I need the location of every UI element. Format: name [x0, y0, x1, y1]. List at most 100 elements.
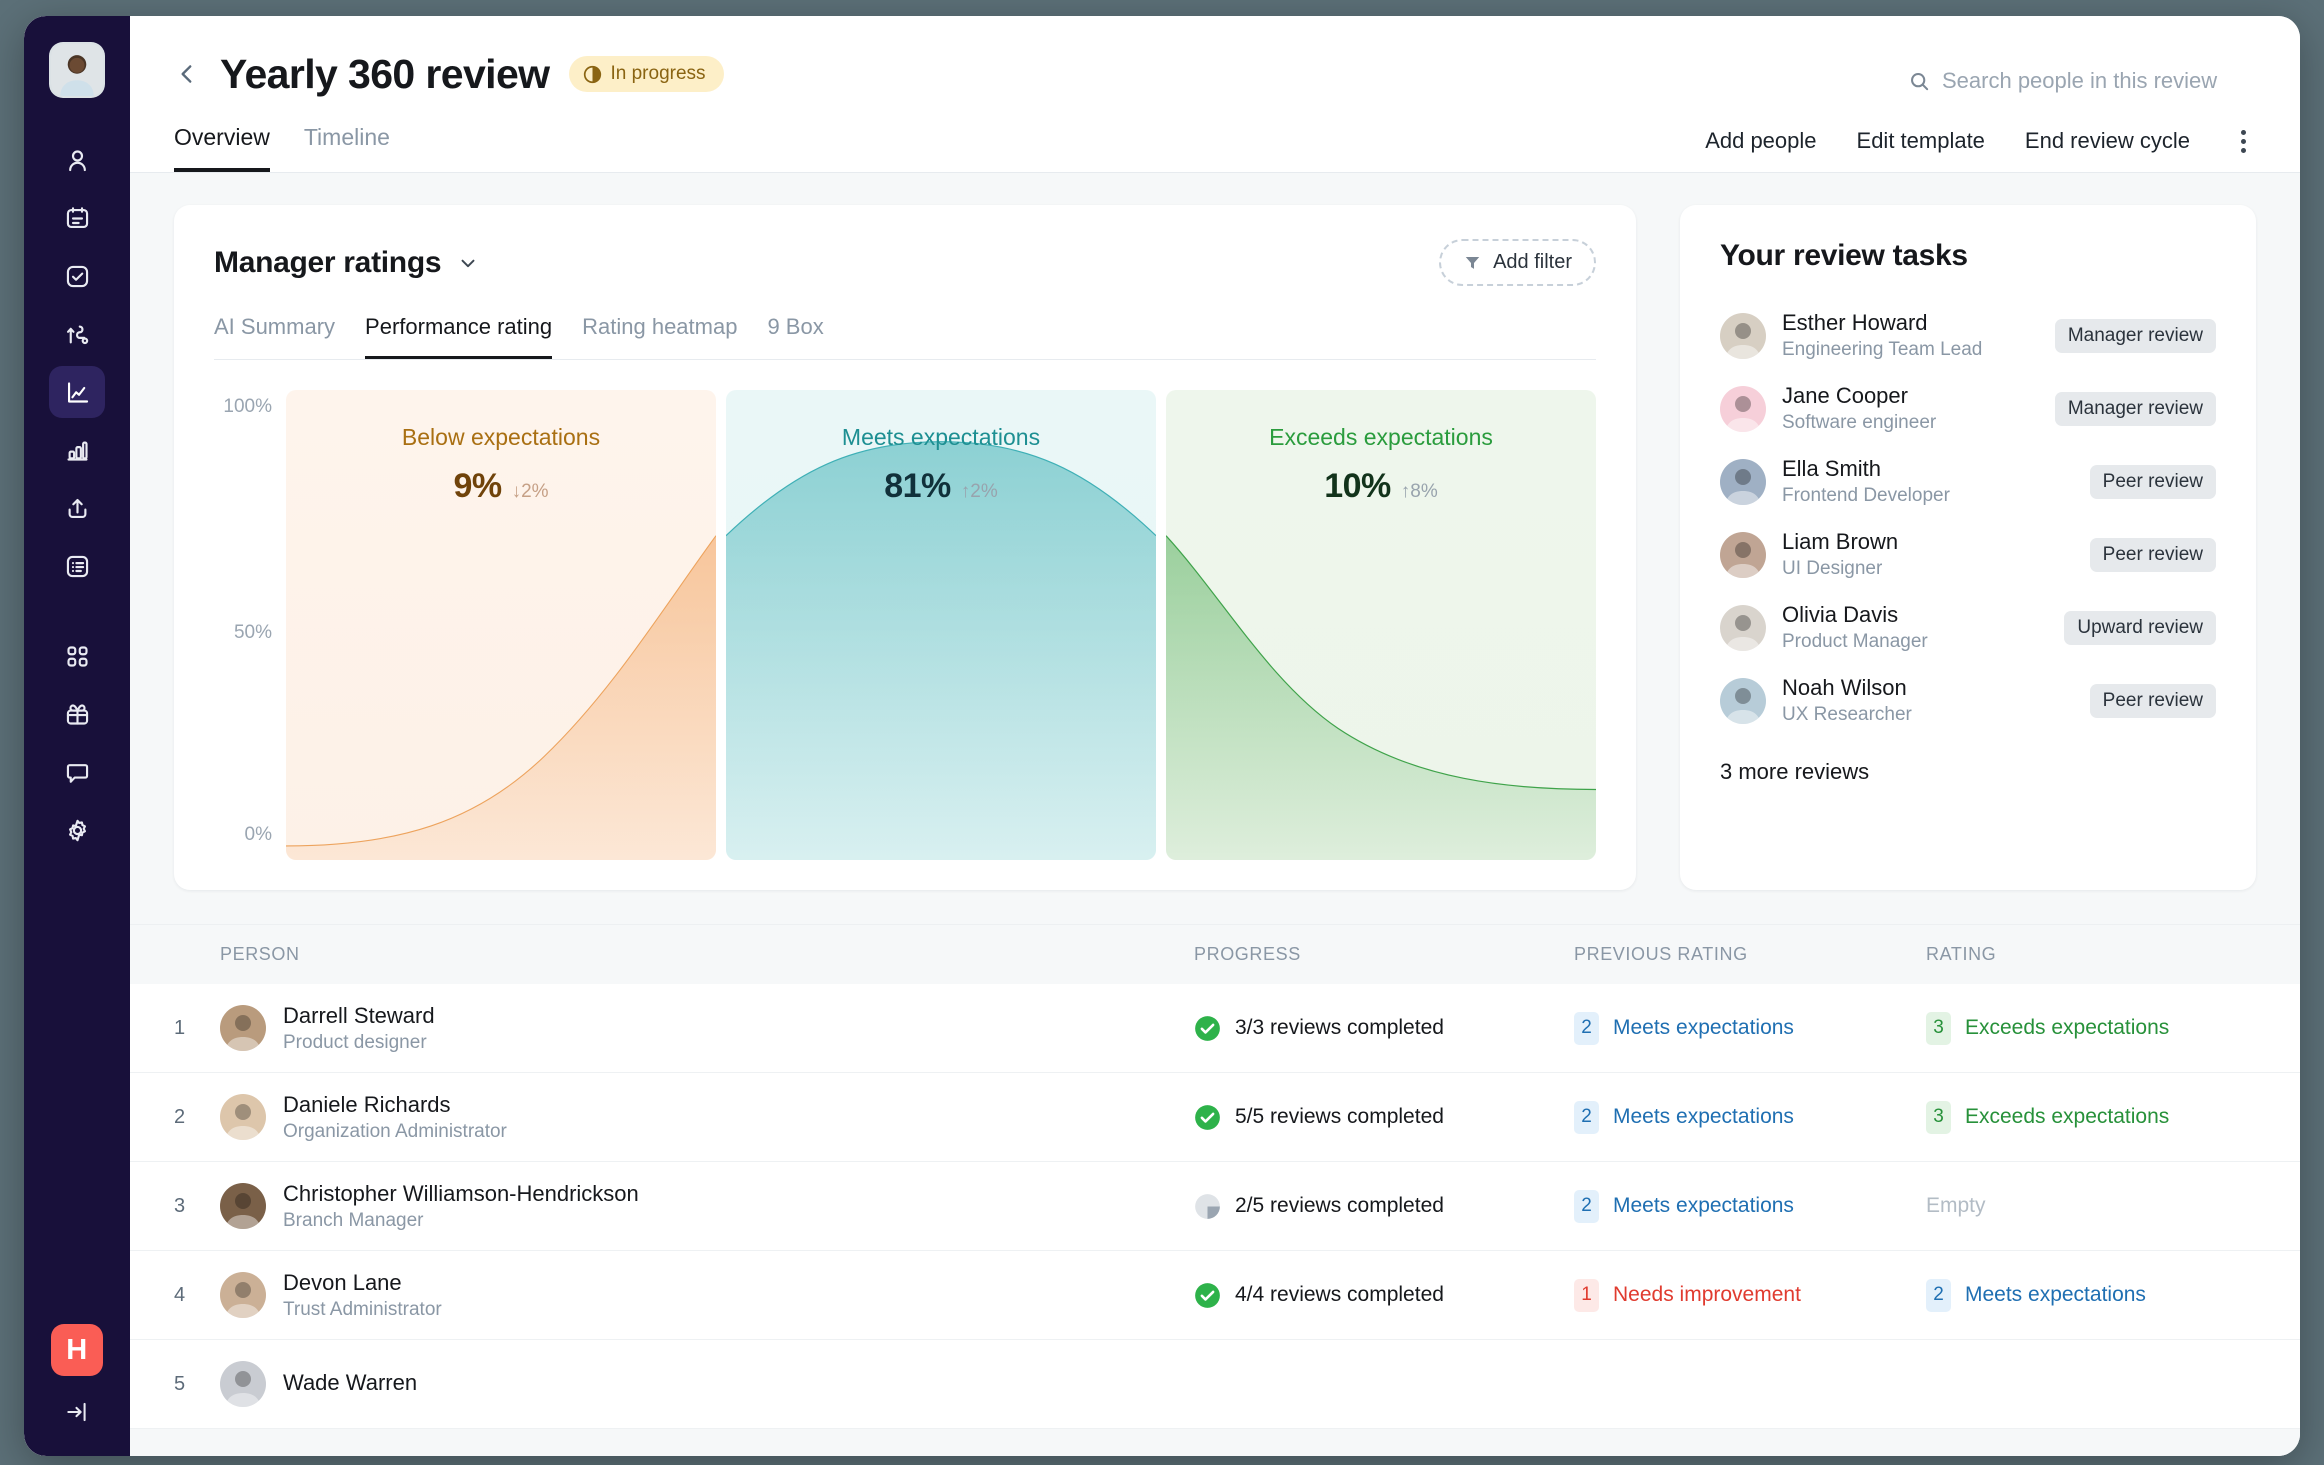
progress-complete-icon	[1194, 1282, 1221, 1309]
sidebar-item-reports[interactable]	[49, 424, 105, 476]
chat-bubble-icon	[64, 759, 91, 786]
progress-cell: 4/4 reviews completed	[1194, 1282, 1574, 1309]
person-texts: Darrell StewardProduct designer	[283, 1003, 435, 1054]
sidebar-item-messages[interactable]	[49, 746, 105, 798]
search-box[interactable]	[1908, 68, 2252, 94]
avatar	[1720, 313, 1766, 359]
rating-chip: 3	[1926, 1101, 1951, 1134]
person-cell: Devon LaneTrust Administrator	[220, 1270, 1194, 1321]
upload-icon	[64, 495, 91, 522]
task-row[interactable]: Esther HowardEngineering Team LeadManage…	[1720, 299, 2216, 372]
chart-tab-ai-summary[interactable]: AI Summary	[214, 314, 335, 359]
previous-rating-chip: 2	[1574, 1101, 1599, 1134]
primary-tabs: Overview Timeline	[174, 124, 390, 172]
table-row[interactable]: 4Devon LaneTrust Administrator4/4 review…	[130, 1251, 2300, 1340]
more-reviews-link[interactable]: 3 more reviews	[1720, 759, 2216, 785]
sidebar-item-apps[interactable]	[49, 630, 105, 682]
chevron-down-icon[interactable]	[457, 252, 479, 274]
task-row[interactable]: Jane CooperSoftware engineerManager revi…	[1720, 372, 2216, 445]
sidebar-item-analytics[interactable]	[49, 366, 105, 418]
collapse-sidebar-button[interactable]	[51, 1390, 103, 1434]
band-below-expectations[interactable]: Below expectations 9% ↓2%	[286, 390, 716, 860]
band-meets-expectations[interactable]: Meets expectations 81% ↑2%	[726, 390, 1156, 860]
progress-cell: 2/5 reviews completed	[1194, 1193, 1574, 1220]
band-exceeds-expectations[interactable]: Exceeds expectations 10% ↑8%	[1166, 390, 1596, 860]
avatar	[1720, 459, 1766, 505]
person-name: Christopher Williamson-Hendrickson	[283, 1181, 639, 1207]
table-row[interactable]: 2 Daniele RichardsOrganization Administra…	[130, 1073, 2300, 1162]
sidebar-footer: H	[24, 1324, 130, 1434]
rating-chip: 2	[1926, 1279, 1951, 1312]
sidebar-item-directory[interactable]	[49, 540, 105, 592]
sidebar-item-reviews[interactable]	[49, 192, 105, 244]
sidebar-item-settings[interactable]	[49, 804, 105, 856]
cards-row: Manager ratings Add filter AI Summary Pe…	[174, 205, 2256, 890]
chart-title-group[interactable]: Manager ratings	[214, 246, 479, 280]
table-row[interactable]: 1Darrell StewardProduct designer3/3 revi…	[130, 984, 2300, 1073]
person-role: Trust Administrator	[283, 1299, 442, 1321]
back-chevron-icon[interactable]	[174, 61, 200, 87]
top-bar: Yearly 360 review In progress Overview T…	[130, 16, 2300, 172]
previous-rating-cell: 2Meets expectations	[1574, 1012, 1926, 1045]
performance-rating-chart: 100% 50% 0%	[214, 390, 1596, 860]
chart-tab-performance-rating[interactable]: Performance rating	[365, 314, 552, 359]
sidebar-item-people[interactable]	[49, 134, 105, 186]
more-options-button[interactable]	[2230, 128, 2256, 154]
task-texts: Liam BrownUI Designer	[1782, 529, 2074, 580]
previous-rating-label: Meets expectations	[1613, 1194, 1794, 1218]
task-person-role: Software engineer	[1782, 412, 2039, 434]
rating-cell[interactable]: 2Meets expectations	[1926, 1279, 2256, 1312]
task-type-badge: Peer review	[2090, 684, 2216, 718]
rating-cell[interactable]: 3Exceeds expectations	[1926, 1101, 2256, 1134]
tab-overview[interactable]: Overview	[174, 124, 270, 172]
band-exceeds-delta: ↑8%	[1401, 481, 1438, 503]
rating-cell[interactable]: Empty	[1926, 1194, 2256, 1218]
avatar	[1720, 605, 1766, 651]
previous-rating-cell: 1Needs improvement	[1574, 1279, 1926, 1312]
table-row[interactable]: 5Wade Warren	[130, 1340, 2300, 1429]
chart-tab-rating-heatmap[interactable]: Rating heatmap	[582, 314, 737, 359]
y-tick-50: 50%	[234, 622, 272, 644]
table-row[interactable]: 3Christopher Williamson-HendricksonBranc…	[130, 1162, 2300, 1251]
chart-tab-9-box[interactable]: 9 Box	[767, 314, 823, 359]
sidebar-item-tasks[interactable]	[49, 250, 105, 302]
person-cell: Darrell StewardProduct designer	[220, 1003, 1194, 1054]
line-chart-icon	[64, 379, 91, 406]
end-review-cycle-button[interactable]: End review cycle	[2025, 128, 2190, 154]
progress-complete-icon	[1194, 1104, 1221, 1131]
list-icon	[64, 553, 91, 580]
progress-cell: 5/5 reviews completed	[1194, 1104, 1574, 1131]
task-row[interactable]: Noah WilsonUX ResearcherPeer review	[1720, 664, 2216, 737]
below-curve-area	[286, 390, 716, 860]
rating-label: Empty	[1926, 1194, 1986, 1218]
row-index: 3	[174, 1195, 220, 1218]
screen: H Yearly 360 review In progress	[0, 0, 2324, 1465]
task-type-badge: Manager review	[2055, 319, 2216, 353]
tab-timeline[interactable]: Timeline	[304, 124, 390, 172]
person-texts: Daniele RichardsOrganization Administrat…	[283, 1092, 507, 1143]
meets-curve-area	[726, 390, 1156, 860]
add-people-button[interactable]: Add people	[1705, 128, 1816, 154]
sidebar-item-goals[interactable]	[49, 308, 105, 360]
avatar-illustration	[51, 44, 103, 96]
task-row[interactable]: Olivia DavisProduct ManagerUpward review	[1720, 591, 2216, 664]
brand-logo[interactable]: H	[51, 1324, 103, 1376]
search-input[interactable]	[1942, 68, 2252, 94]
rating-cell[interactable]: 3Exceeds expectations	[1926, 1012, 2256, 1045]
person-icon	[64, 147, 91, 174]
sidebar-item-rewards[interactable]	[49, 688, 105, 740]
band-below-label: Below expectations	[286, 424, 716, 451]
previous-rating-chip: 1	[1574, 1279, 1599, 1312]
rating-label: Exceeds expectations	[1965, 1016, 2169, 1040]
previous-rating-label: Meets expectations	[1613, 1016, 1794, 1040]
y-tick-100: 100%	[223, 396, 272, 418]
task-row[interactable]: Liam BrownUI DesignerPeer review	[1720, 518, 2216, 591]
gift-icon	[64, 701, 91, 728]
task-person-role: Engineering Team Lead	[1782, 339, 2039, 361]
edit-template-button[interactable]: Edit template	[1857, 128, 1985, 154]
task-row[interactable]: Ella SmithFrontend DeveloperPeer review	[1720, 445, 2216, 518]
search-icon	[1908, 70, 1931, 93]
sidebar-item-import[interactable]	[49, 482, 105, 534]
add-filter-button[interactable]: Add filter	[1439, 239, 1596, 286]
sidebar-user-avatar[interactable]	[49, 42, 105, 98]
